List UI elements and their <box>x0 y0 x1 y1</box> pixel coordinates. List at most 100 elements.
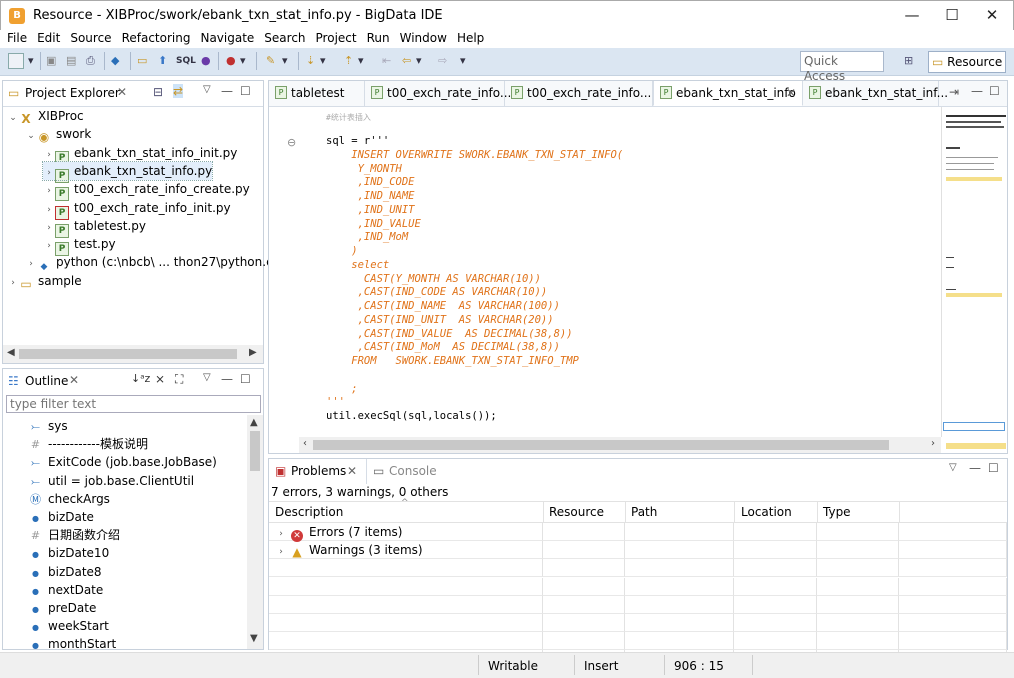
outline-item[interactable]: ● monthStart <box>29 635 116 653</box>
tab-tabletest[interactable]: Ptabletest <box>269 81 365 106</box>
expanded-arrow-icon[interactable]: ⌄ <box>7 109 19 127</box>
hide-fields-icon[interactable]: ⨯ <box>155 372 165 386</box>
outline-item[interactable]: ● bizDate8 <box>29 563 102 581</box>
sort-icon[interactable]: ↓ᵃz <box>131 372 150 385</box>
collapsed-arrow-icon[interactable]: › <box>43 182 55 200</box>
collapsed-arrow-icon[interactable]: › <box>275 543 287 561</box>
maximize-problems-icon[interactable]: ☐ <box>988 461 999 475</box>
outline-item[interactable]: ⓂcheckArgs <box>29 490 110 508</box>
menu-source[interactable]: Source <box>65 30 116 46</box>
open-perspective-icon[interactable]: ⊞ <box>904 53 913 69</box>
tree-item[interactable]: ⌄ ◉ swork <box>25 125 91 143</box>
col-location[interactable]: Location <box>741 505 792 519</box>
new-icon[interactable] <box>8 53 24 69</box>
view-menu-icon[interactable]: ▽ <box>203 84 211 95</box>
outline-item[interactable]: ⤚ sys <box>29 417 68 435</box>
tab-ebank-txn-stat-info[interactable]: Pebank_txn_stat_info ✕ <box>653 81 803 106</box>
run-dropdown-icon[interactable]: ▾ <box>240 53 246 69</box>
maximize-outline-icon[interactable]: ☐ <box>240 372 251 386</box>
minimize-view-icon[interactable]: — <box>221 84 233 98</box>
next-dropdown-icon[interactable]: ▾ <box>320 53 326 69</box>
tree-item[interactable]: › Ptabletest.py <box>43 217 146 238</box>
editor-horizontal-scrollbar[interactable]: ‹ › <box>299 437 941 453</box>
sql-icon[interactable]: SQL <box>176 53 196 69</box>
tab-problems[interactable]: ▣ Problems ✕ <box>269 459 367 484</box>
tree-item[interactable]: › ▭ sample <box>7 272 81 292</box>
menu-edit[interactable]: Edit <box>32 30 65 46</box>
collapsed-arrow-icon[interactable]: › <box>43 237 55 255</box>
pen-icon[interactable]: ✎ <box>266 53 275 69</box>
tree-item[interactable]: › ◆ python (c:\nbcb\ ... thon27\python.ex <box>25 253 280 273</box>
link-editor-icon[interactable]: ⇄ <box>173 84 184 98</box>
focus-icon[interactable]: ⛶ <box>175 372 183 387</box>
menu-search[interactable]: Search <box>259 30 310 46</box>
pen-dropdown-icon[interactable]: ▾ <box>282 53 288 69</box>
collapse-all-icon[interactable]: ⊟ <box>153 85 163 99</box>
tab-t00-exch-rate-2[interactable]: Pt00_exch_rate_info... <box>505 81 653 106</box>
outline-item[interactable]: ⤚ ExitCode (job.base.JobBase) <box>29 453 217 471</box>
prev-annotation-icon[interactable]: ⇡ <box>344 53 353 69</box>
outline-item[interactable]: ● bizDate10 <box>29 544 109 562</box>
menu-window[interactable]: Window <box>395 30 452 46</box>
menu-file[interactable]: File <box>0 30 32 46</box>
tree-item[interactable]: › Pt00_exch_rate_info_create.py <box>43 180 250 202</box>
menu-navigate[interactable]: Navigate <box>195 30 259 46</box>
outline-item[interactable]: ● bizDate <box>29 508 94 526</box>
dropdown-icon[interactable]: ▾ <box>28 53 34 69</box>
menu-refactoring[interactable]: Refactoring <box>117 30 196 46</box>
resource-perspective-button[interactable]: ▭ Resource <box>928 51 1006 73</box>
tab-overflow-icon[interactable]: ⇥ <box>949 85 959 99</box>
forward-icon[interactable]: ⇨ <box>438 53 447 69</box>
menu-project[interactable]: Project <box>311 30 362 46</box>
expanded-arrow-icon[interactable]: ⌄ <box>25 127 37 145</box>
collapsed-arrow-icon[interactable]: › <box>43 146 55 164</box>
errors-group[interactable]: › ✕ Errors (7 items) <box>275 523 403 542</box>
forward-dropdown-icon[interactable]: ▾ <box>460 53 466 69</box>
maximize-editor-icon[interactable]: ☐ <box>989 84 1000 98</box>
menu-help[interactable]: Help <box>452 30 489 46</box>
menu-run[interactable]: Run <box>362 30 395 46</box>
overview-ruler[interactable] <box>941 107 1007 449</box>
horizontal-scrollbar[interactable]: ◀ ▶ <box>3 345 263 363</box>
tab-ebank-txn-stat-inf[interactable]: Pebank_txn_stat_inf... <box>803 81 948 106</box>
close-tab-icon[interactable]: ✕ <box>786 81 796 105</box>
warnings-group[interactable]: › ▲ Warnings (3 items) <box>275 541 422 561</box>
close-button[interactable]: ✕ <box>969 1 1014 31</box>
minimize-editor-icon[interactable]: — <box>971 84 983 98</box>
tree-item[interactable]: › Pebank_txn_stat_info.py <box>41 160 214 183</box>
fold-icon[interactable]: ⊖ <box>287 136 296 149</box>
outline-item[interactable]: ⤚ util = job.base.ClientUtil <box>29 472 194 490</box>
problems-menu-icon[interactable]: ▽ <box>949 462 957 473</box>
print-icon[interactable]: ⎙ <box>86 53 95 69</box>
back-dropdown-icon[interactable]: ▾ <box>416 53 422 69</box>
save-icon[interactable]: ▣ <box>46 53 56 69</box>
open-folder-icon[interactable]: ▭ <box>137 53 147 69</box>
prev-dropdown-icon[interactable]: ▾ <box>358 53 364 69</box>
collapsed-arrow-icon[interactable]: › <box>25 255 37 273</box>
minimize-outline-icon[interactable]: — <box>221 372 233 386</box>
db-icon[interactable]: ● <box>201 53 211 69</box>
minimize-problems-icon[interactable]: — <box>969 461 981 475</box>
maximize-view-icon[interactable]: ☐ <box>240 84 251 98</box>
close-outline-icon[interactable]: ✕ <box>69 373 79 387</box>
tree-item[interactable]: › Pebank_txn_stat_info_init.py <box>43 144 237 165</box>
close-problems-icon[interactable]: ✕ <box>347 459 357 483</box>
col-resource[interactable]: Resource <box>549 505 604 519</box>
tree-item[interactable]: › Pt00_exch_rate_info_init.py <box>43 199 231 220</box>
run-icon[interactable]: ● <box>226 53 236 69</box>
quick-access-input[interactable]: Quick Access <box>800 51 884 83</box>
next-annotation-icon[interactable]: ⇣ <box>306 53 315 69</box>
tree-item[interactable]: › Ptest.py <box>43 235 116 257</box>
col-description[interactable]: Description <box>275 505 343 519</box>
save-all-icon[interactable]: ▤ <box>66 53 76 69</box>
tree-item[interactable]: ⌄ X XIBProc <box>7 107 83 127</box>
outline-item[interactable]: # ------------模板说明 <box>29 435 148 453</box>
close-view-icon[interactable]: ✕ <box>117 85 127 99</box>
outline-item[interactable]: # 日期函数介绍 <box>29 526 120 544</box>
outline-item[interactable]: ● weekStart <box>29 617 109 635</box>
collapsed-arrow-icon[interactable]: › <box>7 274 19 292</box>
outline-menu-icon[interactable]: ▽ <box>203 372 211 383</box>
upload-icon[interactable]: ⬆ <box>158 53 167 69</box>
collapsed-arrow-icon[interactable]: › <box>43 219 55 237</box>
col-path[interactable]: Path <box>631 505 657 519</box>
